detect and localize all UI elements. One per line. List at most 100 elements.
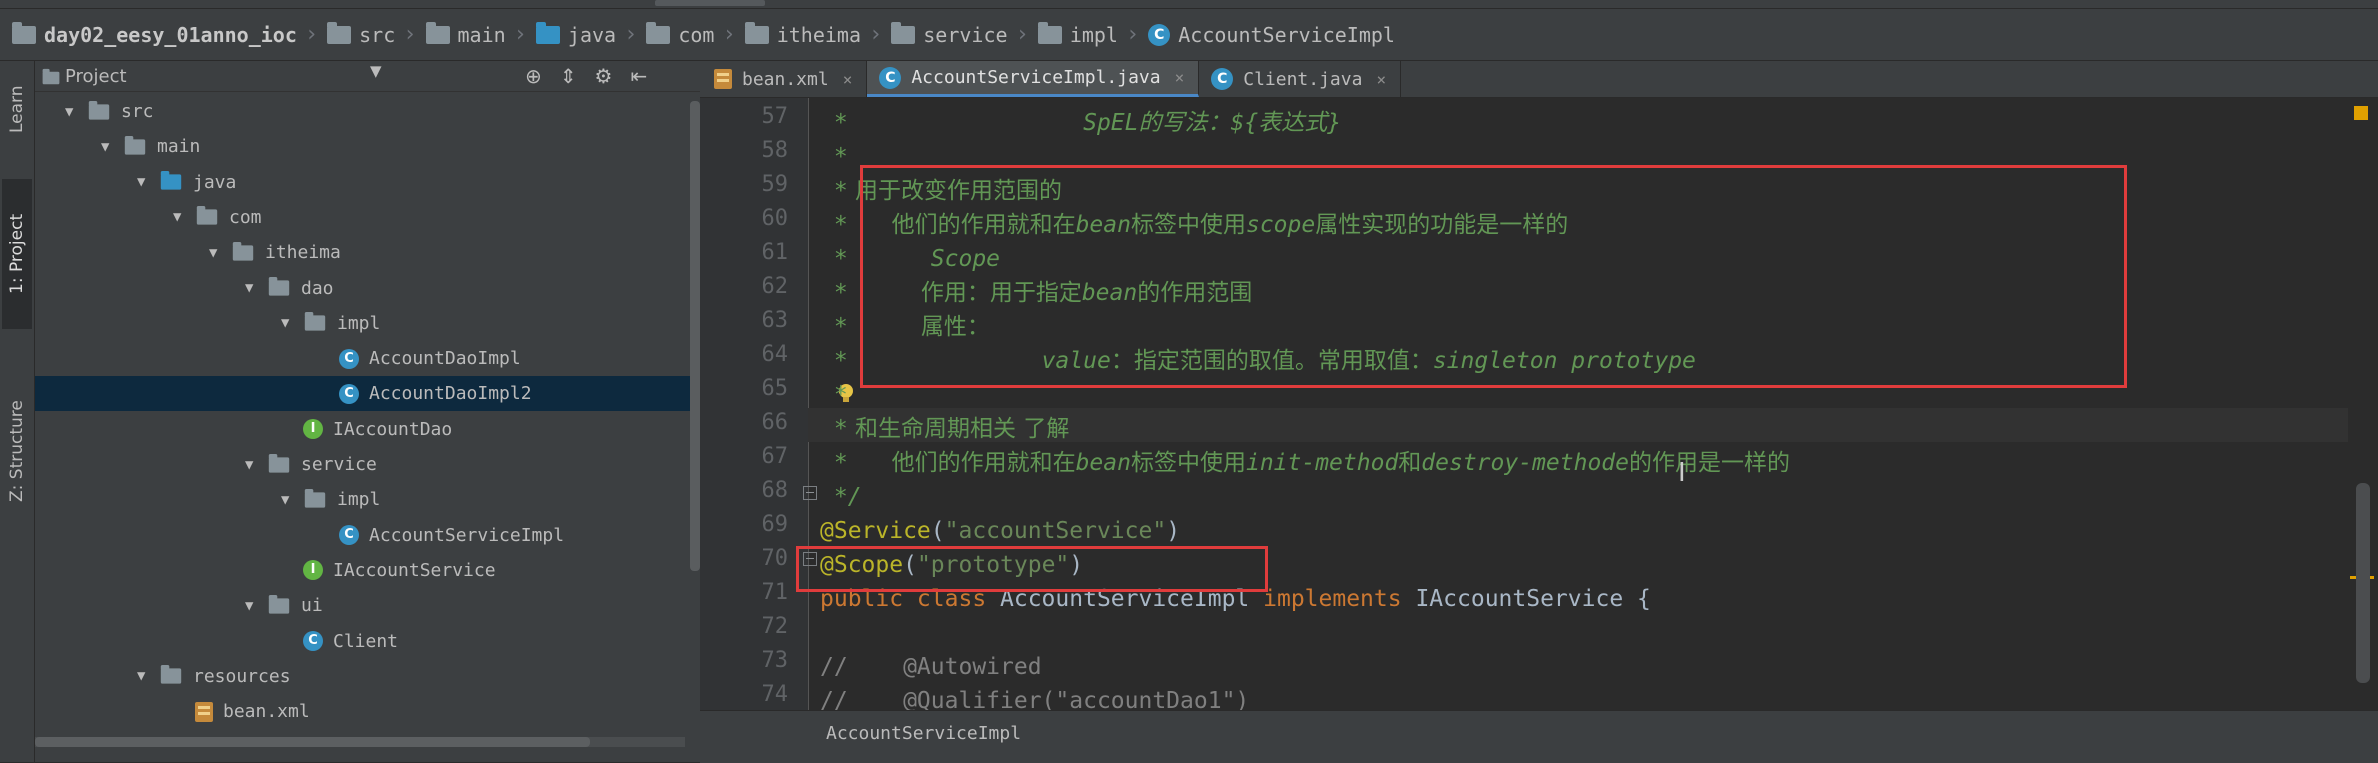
collapse-all-icon[interactable]: ⇕: [560, 64, 577, 88]
breadcrumb-itheima[interactable]: itheima: [744, 21, 861, 47]
tree-item-label: AccountServiceImpl: [369, 524, 565, 546]
tree-item-iaccountservice[interactable]: I IAccountService: [35, 553, 690, 588]
structure-tool-tab[interactable]: Z: Structure: [2, 361, 32, 541]
expand-arrow-icon[interactable]: ▼: [101, 139, 123, 155]
expand-arrow-icon[interactable]: ▼: [209, 245, 231, 261]
tree-item-label: ui: [301, 595, 323, 617]
package-icon: [268, 276, 290, 296]
tree-item-dao[interactable]: ▼ dao: [35, 271, 690, 306]
tree-item-label: IAccountDao: [333, 418, 453, 440]
code-line-57[interactable]: * SpEL的写法：${表达式}: [820, 106, 2350, 140]
tree-item-label: AccountDaoImpl2: [369, 383, 532, 405]
breadcrumb-src[interactable]: src: [327, 21, 395, 47]
line-number: 65: [761, 376, 789, 401]
code-line-73[interactable]: // @Autowired: [820, 650, 2350, 684]
tree-item-service[interactable]: ▼ service: [35, 447, 690, 482]
breadcrumb-impl[interactable]: impl: [1037, 21, 1118, 47]
editor-scrollbar[interactable]: [2350, 98, 2378, 710]
tree-item-ui[interactable]: ▼ ui: [35, 588, 690, 623]
project-tool-tab[interactable]: 1: Project: [2, 179, 32, 329]
code-line-68[interactable]: */: [820, 480, 2350, 514]
package-icon: [744, 21, 769, 44]
breadcrumb-separator-icon: ›: [1015, 22, 1029, 47]
class-icon: C: [303, 631, 323, 651]
expand-arrow-icon[interactable]: ▼: [245, 280, 267, 296]
settings-gear-icon[interactable]: ⚙: [595, 64, 613, 88]
breadcrumb-service[interactable]: service: [891, 21, 1008, 47]
code-line-69[interactable]: @Service("accountService"): [820, 514, 2350, 548]
tree-item-com[interactable]: ▼ com: [35, 200, 690, 235]
expand-arrow-icon[interactable]: ▼: [137, 668, 159, 684]
project-panel-title[interactable]: Project: [65, 66, 127, 87]
tree-item-impl[interactable]: ▼ impl: [35, 482, 690, 517]
expand-arrow-icon[interactable]: ▼: [245, 457, 267, 473]
tree-item-label: main: [157, 136, 201, 158]
tree-item-main[interactable]: ▼ main: [35, 129, 690, 164]
tree-item-resources[interactable]: ▼ resources: [35, 659, 690, 694]
view-dropdown-icon[interactable]: ▼: [370, 62, 382, 80]
tree-item-java[interactable]: ▼ java: [35, 165, 690, 200]
tree-item-accountdaoimpl2[interactable]: C AccountDaoImpl2: [35, 376, 690, 412]
breadcrumb-java[interactable]: java: [535, 21, 616, 47]
tree-item-accountdaoimpl[interactable]: C AccountDaoImpl: [35, 341, 690, 376]
expand-arrow-icon[interactable]: ▼: [65, 104, 87, 120]
status-class-name[interactable]: AccountServiceImpl: [826, 723, 1021, 744]
tab-bean-xml[interactable]: bean.xml ×: [700, 61, 868, 97]
project-horizontal-scrollbar[interactable]: [35, 737, 685, 747]
expand-arrow-icon[interactable]: ▼: [137, 174, 159, 190]
tree-item-label: impl: [337, 489, 381, 511]
line-number: 71: [761, 580, 789, 605]
tree-item-label: Client: [333, 630, 399, 652]
code-line-67[interactable]: * 他们的作用就和在bean标签中使用init-method和destroy-m…: [820, 446, 2350, 480]
expand-arrow-icon[interactable]: ▼: [173, 209, 195, 225]
line-number: 64: [761, 342, 789, 367]
code-line-72[interactable]: [820, 616, 2350, 650]
project-scrollbar[interactable]: [690, 101, 700, 571]
scrollbar-thumb[interactable]: [2356, 483, 2370, 683]
breadcrumb-separator-icon: ›: [513, 22, 527, 47]
expand-arrow-icon[interactable]: ▼: [281, 315, 303, 331]
code-line-66[interactable]: * 和生命周期相关 了解: [820, 412, 2350, 446]
tree-item-label: AccountDaoImpl: [369, 348, 521, 370]
source-folder-icon: [535, 21, 560, 44]
folder-icon: [327, 21, 352, 44]
tree-item-impl[interactable]: ▼ impl: [35, 306, 690, 341]
tree-item-src[interactable]: ▼ src: [35, 94, 690, 129]
expand-arrow-icon[interactable]: ▼: [281, 492, 303, 508]
line-number: 70: [761, 546, 789, 571]
learn-tool-tab[interactable]: Learn: [2, 69, 32, 149]
breadcrumb-project[interactable]: day02_eesy_01anno_ioc: [12, 21, 297, 47]
scrollbar-thumb[interactable]: [35, 737, 590, 747]
breadcrumb-com[interactable]: com: [646, 21, 714, 47]
tree-item-bean-xml[interactable]: bean.xml: [35, 694, 690, 729]
text-cursor-icon: I: [1678, 458, 1686, 488]
tree-item-accountserviceimpl[interactable]: C AccountServiceImpl: [35, 518, 690, 553]
close-icon[interactable]: ×: [843, 70, 853, 89]
tree-item-iaccountdao[interactable]: I IAccountDao: [35, 412, 690, 447]
close-icon[interactable]: ×: [1175, 68, 1185, 87]
breadcrumb-main[interactable]: main: [425, 21, 506, 47]
breadcrumb-class[interactable]: C AccountServiceImpl: [1148, 23, 1395, 47]
tab-client[interactable]: C Client.java ×: [1199, 61, 1402, 97]
interface-icon: I: [303, 560, 323, 581]
tab-account-service-impl[interactable]: C AccountServiceImpl.java ×: [867, 61, 1200, 97]
package-icon: [891, 21, 916, 44]
tree-item-label: impl: [337, 312, 381, 334]
locate-icon[interactable]: ⊕: [525, 64, 542, 88]
hide-panel-icon[interactable]: ⇤: [630, 64, 647, 88]
tree-item-client[interactable]: C Client: [35, 624, 690, 659]
fold-toggle-icon[interactable]: [803, 486, 817, 500]
breadcrumb-separator-icon: ›: [1125, 22, 1140, 47]
editor-tabs: bean.xml × C AccountServiceImpl.java × C…: [700, 61, 2378, 98]
warning-marker-icon[interactable]: [2354, 106, 2368, 120]
line-number: 68: [761, 478, 789, 503]
breadcrumb: day02_eesy_01anno_ioc › src › main › jav…: [0, 9, 2378, 61]
close-icon[interactable]: ×: [1376, 70, 1386, 89]
tree-item-label: src: [121, 101, 154, 122]
line-number: 57: [761, 104, 789, 129]
tree-item-itheima[interactable]: ▼ itheima: [35, 235, 690, 270]
package-icon: [268, 453, 290, 473]
class-icon: C: [339, 348, 359, 369]
folder-icon: [425, 21, 450, 44]
expand-arrow-icon[interactable]: ▼: [245, 598, 267, 614]
